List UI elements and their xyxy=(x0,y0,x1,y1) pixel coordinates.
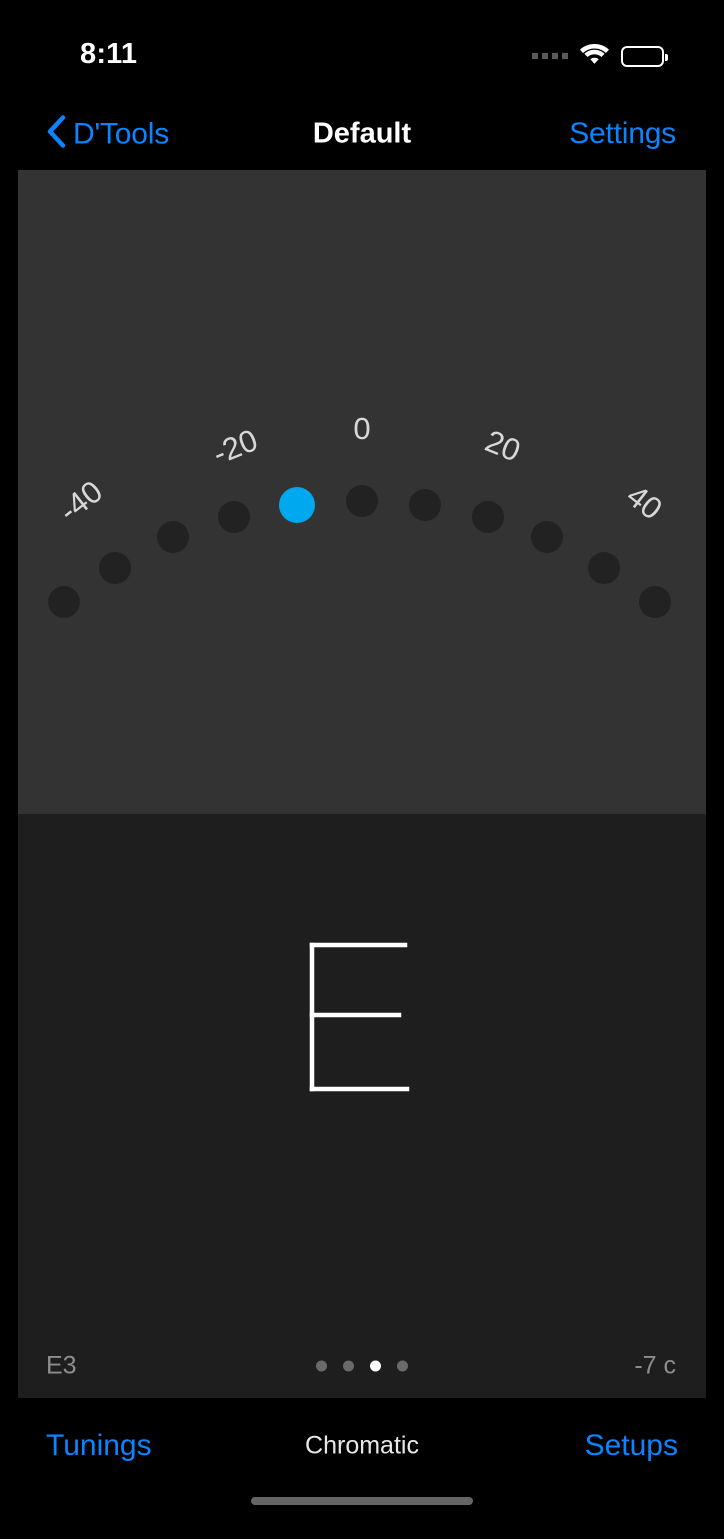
current-tuning-label: Chromatic xyxy=(305,1431,419,1460)
phone-frame: 8:11 D'Tools Default Settings -40 -20 0 … xyxy=(18,12,706,1527)
back-button[interactable]: D'Tools xyxy=(46,115,169,154)
home-indicator[interactable] xyxy=(251,1497,473,1505)
page-dot[interactable] xyxy=(316,1360,327,1372)
tuner-info-row: E3 -7 c xyxy=(18,1334,706,1398)
settings-button[interactable]: Settings xyxy=(569,117,676,151)
page-dot-active[interactable] xyxy=(370,1360,381,1372)
signal-dots-icon xyxy=(532,53,568,59)
page-dot[interactable] xyxy=(397,1360,408,1372)
dial-dot-active xyxy=(279,487,315,523)
dial-tick-label: 0 xyxy=(353,411,370,446)
tunings-button[interactable]: Tunings xyxy=(46,1429,152,1463)
cents-readout: -7 c xyxy=(634,1351,676,1380)
dial-dot xyxy=(48,586,80,618)
note-display-panel xyxy=(18,814,706,1398)
dial-tick-label: -40 xyxy=(52,474,109,529)
dial-dot xyxy=(588,552,620,584)
bottom-toolbar: Tunings Chromatic Setups xyxy=(18,1398,706,1527)
dial-dot xyxy=(472,501,504,533)
battery-full-icon xyxy=(621,45,668,67)
tuner-dial-chart: -40 -20 0 20 40 xyxy=(48,411,671,618)
note-letter-glyph xyxy=(307,942,417,1097)
note-name-label: E3 xyxy=(46,1351,77,1380)
page-title: Default xyxy=(312,117,412,150)
dial-dot xyxy=(99,552,131,584)
page-dot[interactable] xyxy=(343,1360,354,1372)
dial-dot xyxy=(157,521,189,553)
dial-dot xyxy=(639,586,671,618)
dial-dot-group xyxy=(48,485,671,618)
dial-tick-label: 20 xyxy=(480,423,525,468)
chevron-left-icon xyxy=(46,115,66,154)
tuner-dial-panel[interactable]: -40 -20 0 20 40 xyxy=(18,170,706,814)
setups-button[interactable]: Setups xyxy=(585,1429,678,1463)
navigation-bar: D'Tools Default Settings xyxy=(18,98,706,170)
dial-tick-label: -20 xyxy=(208,422,263,471)
dial-tick-label: 40 xyxy=(620,478,669,527)
status-time: 8:11 xyxy=(80,38,138,70)
dial-dot xyxy=(346,485,378,517)
status-indicators xyxy=(532,42,668,70)
status-bar: 8:11 xyxy=(18,12,706,98)
dial-dot xyxy=(409,489,441,521)
page-indicator[interactable] xyxy=(316,1360,408,1372)
dial-dot xyxy=(531,521,563,553)
back-button-label: D'Tools xyxy=(73,117,170,150)
wifi-icon xyxy=(579,42,610,70)
dial-dot xyxy=(218,501,250,533)
